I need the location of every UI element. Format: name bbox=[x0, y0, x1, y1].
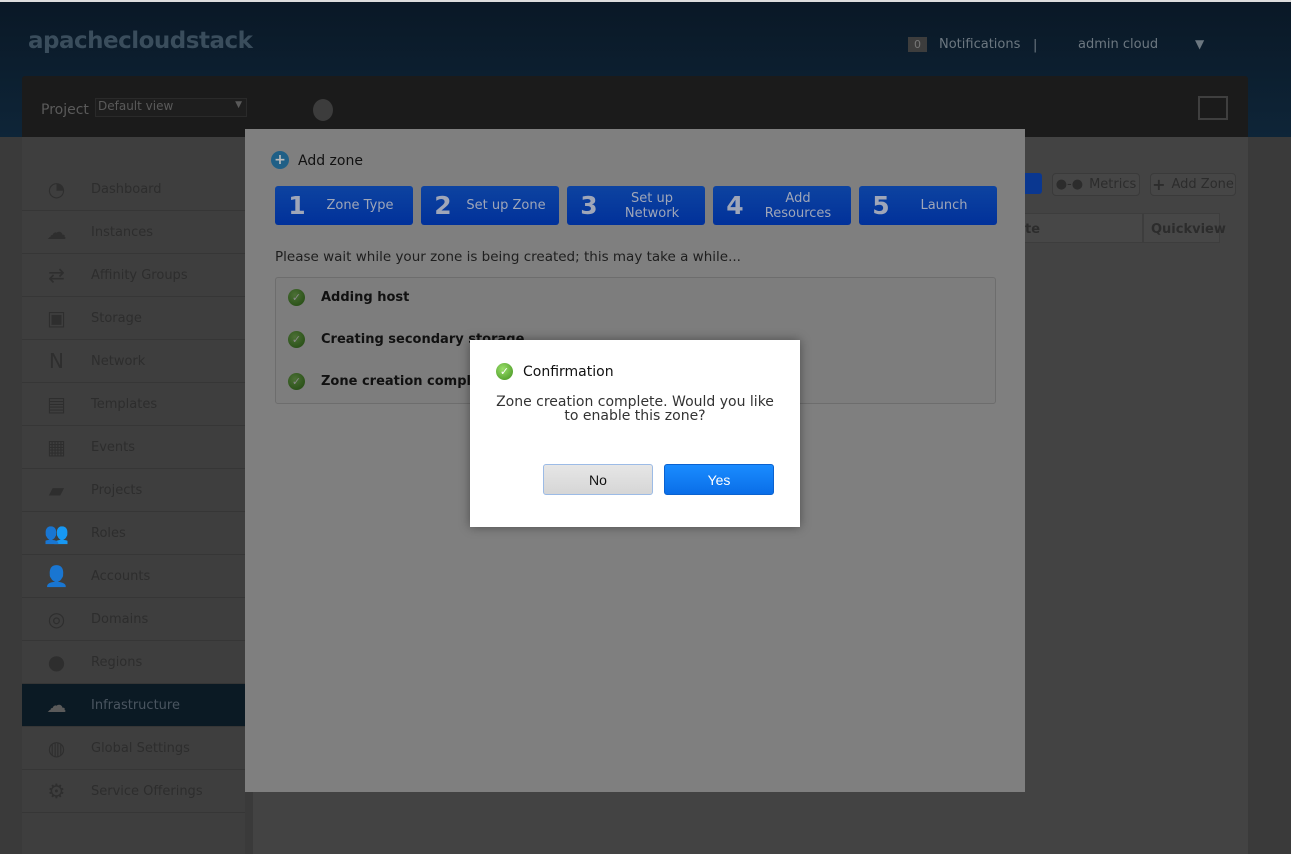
notifications-link[interactable]: Notifications bbox=[939, 37, 1020, 52]
certificate-icon[interactable] bbox=[1198, 96, 1228, 120]
infrastructure-icon: ☁ bbox=[46, 693, 67, 717]
network-icon: N bbox=[49, 349, 64, 373]
wizard-step-2: 2 Set up Zone bbox=[421, 186, 559, 225]
projects-icon: ▰ bbox=[48, 478, 65, 502]
check-icon: ✓ bbox=[288, 373, 305, 390]
wizard-step-4: 4 Add Resources bbox=[713, 186, 851, 225]
step-number: 3 bbox=[580, 191, 598, 220]
sidebar-item-label: Dashboard bbox=[91, 181, 162, 197]
sidebar-item-label: Domains bbox=[91, 611, 149, 627]
add-zone-label: Add Zone bbox=[1171, 177, 1234, 192]
sidebar-item-label: Network bbox=[91, 353, 146, 369]
column-header-quickview[interactable]: Quickview bbox=[1143, 213, 1226, 243]
header-separator: | bbox=[1033, 38, 1038, 53]
sidebar-item-accounts[interactable]: 👤 Accounts bbox=[22, 555, 245, 598]
storage-icon: ▣ bbox=[47, 306, 66, 330]
wizard-step-3: 3 Set up Network bbox=[567, 186, 705, 225]
add-zone-button[interactable]: + Add Zone bbox=[1150, 173, 1236, 196]
plus-icon: + bbox=[1152, 175, 1166, 194]
wait-message: Please wait while your zone is being cre… bbox=[275, 249, 741, 265]
roles-icon: 👥 bbox=[44, 521, 69, 545]
accounts-icon: 👤 bbox=[44, 564, 69, 588]
check-icon: ✓ bbox=[288, 331, 305, 348]
confirmation-dialog: ✓ Confirmation Zone creation complete. W… bbox=[470, 340, 800, 527]
instances-icon: ☁ bbox=[46, 220, 67, 244]
project-select[interactable]: Default view ▼ bbox=[95, 98, 247, 117]
step-number: 2 bbox=[434, 191, 452, 220]
step-label: Launch bbox=[920, 198, 968, 213]
sidebar-item-label: Projects bbox=[91, 482, 143, 498]
sidebar-item-projects[interactable]: ▰ Projects bbox=[22, 469, 245, 512]
sidebar-item-label: Events bbox=[91, 439, 136, 455]
sidebar-item-label: Instances bbox=[91, 224, 154, 240]
globe-icon[interactable] bbox=[313, 99, 333, 121]
notifications-count[interactable]: 0 bbox=[908, 37, 927, 52]
metrics-button[interactable]: ●-● Metrics bbox=[1052, 173, 1140, 196]
sidebar-item-events[interactable]: ▦ Events bbox=[22, 426, 245, 469]
add-zone-icon: + bbox=[271, 151, 289, 169]
sidebar-item-instances[interactable]: ☁ Instances bbox=[22, 211, 245, 254]
confirmation-title: Confirmation bbox=[523, 364, 614, 380]
sidebar-item-affinity-groups[interactable]: ⇄ Affinity Groups bbox=[22, 254, 245, 297]
metrics-label: Metrics bbox=[1089, 177, 1137, 192]
user-menu[interactable]: admin cloud bbox=[1078, 37, 1158, 52]
logo[interactable]: apachecloudstack bbox=[28, 28, 253, 54]
step-label: Set up Network bbox=[624, 190, 680, 221]
sidebar-item-storage[interactable]: ▣ Storage bbox=[22, 297, 245, 340]
progress-item: ✓ Adding host bbox=[288, 289, 409, 306]
dashboard-icon: ◔ bbox=[47, 177, 66, 201]
sidebar-item-label: Accounts bbox=[91, 568, 151, 584]
events-icon: ▦ bbox=[47, 435, 66, 459]
sidebar-item-network[interactable]: N Network bbox=[22, 340, 245, 383]
wizard-step-1: 1 Zone Type bbox=[275, 186, 413, 225]
sidebar-item-global-settings[interactable]: ◍ Global Settings bbox=[22, 727, 245, 770]
sidebar-item-label: Roles bbox=[91, 525, 126, 541]
sidebar-item-label: Regions bbox=[91, 654, 143, 670]
progress-label: Zone creation complete bbox=[321, 374, 495, 389]
sidebar-item-label: Infrastructure bbox=[91, 697, 180, 713]
step-number: 4 bbox=[726, 191, 744, 220]
check-icon: ✓ bbox=[496, 363, 513, 380]
confirmation-message: Zone creation complete. Would you like t… bbox=[496, 394, 774, 424]
wizard-step-5: 5 Launch bbox=[859, 186, 997, 225]
select-arrow-icon: ▼ bbox=[235, 100, 242, 110]
sidebar-item-dashboard[interactable]: ◔ Dashboard bbox=[22, 168, 245, 211]
step-label: Set up Zone bbox=[466, 198, 546, 213]
progress-item: ✓ Zone creation complete bbox=[288, 373, 495, 390]
step-number: 5 bbox=[872, 191, 890, 220]
no-button[interactable]: No bbox=[543, 464, 653, 495]
sidebar-item-label: Global Settings bbox=[91, 740, 190, 756]
progress-label: Adding host bbox=[321, 290, 410, 305]
step-number: 1 bbox=[288, 191, 306, 220]
sidebar-item-label: Affinity Groups bbox=[91, 267, 188, 283]
step-label: Zone Type bbox=[326, 198, 394, 213]
dialog-title: Add zone bbox=[298, 153, 363, 169]
column-header-state[interactable]: te bbox=[1020, 213, 1143, 243]
sidebar-item-domains[interactable]: ◎ Domains bbox=[22, 598, 245, 641]
yes-button[interactable]: Yes bbox=[664, 464, 774, 495]
chevron-down-icon[interactable]: ▼ bbox=[1195, 37, 1204, 51]
sidebar-item-service-offerings[interactable]: ⚙ Service Offerings bbox=[22, 770, 245, 813]
sidebar-item-label: Service Offerings bbox=[91, 783, 203, 799]
project-select-value: Default view bbox=[98, 99, 174, 113]
service-offerings-icon: ⚙ bbox=[47, 779, 66, 803]
sidebar-item-label: Storage bbox=[91, 310, 142, 326]
sidebar-item-infrastructure[interactable]: ☁ Infrastructure bbox=[22, 684, 245, 727]
step-label: Add Resources bbox=[764, 190, 832, 221]
project-label: Project bbox=[41, 102, 89, 118]
metrics-icon: ●-● bbox=[1055, 177, 1084, 192]
global-settings-icon: ◍ bbox=[47, 736, 66, 760]
sidebar-item-label: Templates bbox=[91, 396, 158, 412]
affinity-groups-icon: ⇄ bbox=[48, 263, 65, 287]
check-icon: ✓ bbox=[288, 289, 305, 306]
templates-icon: ▤ bbox=[47, 392, 66, 416]
regions-icon: ● bbox=[47, 650, 66, 674]
domains-icon: ◎ bbox=[47, 607, 66, 631]
sidebar-item-regions[interactable]: ● Regions bbox=[22, 641, 245, 684]
sidebar-item-roles[interactable]: 👥 Roles bbox=[22, 512, 245, 555]
sidebar-item-templates[interactable]: ▤ Templates bbox=[22, 383, 245, 426]
